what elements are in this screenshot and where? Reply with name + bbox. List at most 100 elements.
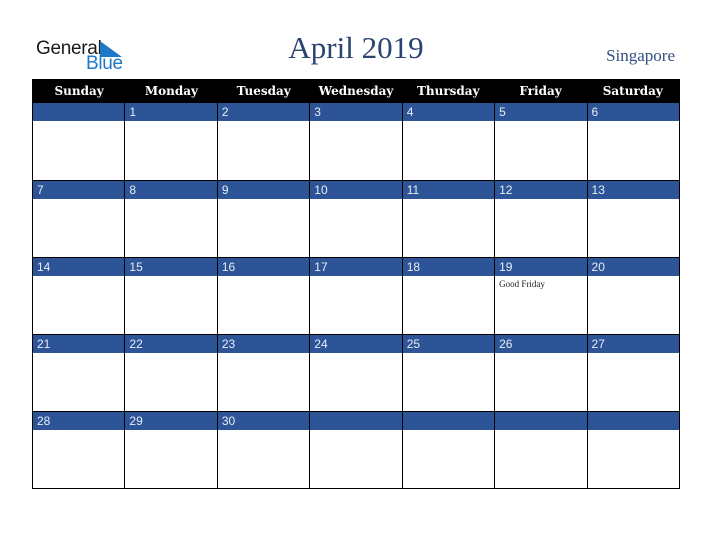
day-cell (586, 412, 679, 488)
holiday-label (218, 276, 309, 279)
week-row: 28 29 30 (33, 411, 679, 488)
day-cell: 25 (401, 335, 495, 411)
holiday-label (310, 199, 401, 202)
weekday-label: Monday (144, 84, 198, 98)
holiday-label (125, 430, 216, 433)
holiday-label (218, 121, 309, 124)
day-cell: 15 (124, 258, 217, 334)
day-cell: 22 (124, 335, 217, 411)
holiday-label (495, 121, 586, 124)
holiday-label (403, 199, 494, 202)
day-number: 3 (310, 103, 402, 121)
day-number (587, 412, 679, 430)
day-cell (401, 412, 495, 488)
day-number: 1 (125, 103, 217, 121)
holiday-label (588, 121, 679, 124)
weeks-container: 1 2 3 4 5 6 7 8 9 10 11 12 13 14 15 16 17 18 19 Good Friday… (33, 103, 679, 488)
holiday-label: Good Friday (499, 279, 545, 289)
calendar-grid: Sunday Monday Tuesday Wednesday Thursday… (32, 79, 680, 489)
day-number: 14 (33, 258, 125, 276)
day-number: 13 (587, 181, 679, 199)
day-number: 9 (217, 181, 310, 199)
day-cell: 26 (494, 335, 587, 411)
day-cell: 6 (586, 103, 679, 180)
week-row: 7 8 9 10 11 12 13 (33, 180, 679, 257)
day-cell: 17 (309, 258, 402, 334)
day-cell: 28 (33, 412, 125, 488)
day-number: 25 (402, 335, 495, 353)
holiday-label (218, 430, 309, 433)
day-cell: 3 (309, 103, 402, 180)
day-cell: 9 (216, 181, 310, 257)
day-cell: 20 (586, 258, 679, 334)
day-cell: 23 (216, 335, 310, 411)
holiday-label (310, 121, 401, 124)
holiday-label (310, 276, 401, 279)
day-cell (494, 412, 587, 488)
day-number: 28 (33, 412, 125, 430)
day-cell: 12 (494, 181, 587, 257)
day-cell: 13 (586, 181, 679, 257)
holiday-label (125, 121, 216, 124)
holiday-label (495, 199, 586, 202)
day-number: 17 (310, 258, 402, 276)
day-cell: 1 (124, 103, 217, 180)
day-number: 2 (217, 103, 310, 121)
day-number (402, 412, 495, 430)
day-number (495, 412, 587, 430)
day-cell: 16 (216, 258, 310, 334)
holiday-label (495, 430, 586, 433)
holiday-label (218, 353, 309, 356)
holiday-label (403, 353, 494, 356)
day-cell: 5 (494, 103, 587, 180)
day-number: 19 (495, 258, 587, 276)
day-cell: 18 (401, 258, 495, 334)
day-cell: 24 (309, 335, 402, 411)
day-cell: 10 (309, 181, 402, 257)
day-number: 6 (587, 103, 679, 121)
week-row: 14 15 16 17 18 19 Good Friday 20 (33, 257, 679, 334)
day-number: 12 (495, 181, 587, 199)
weekday-label: Friday (519, 84, 562, 98)
day-cell (309, 412, 402, 488)
holiday-label (588, 430, 679, 433)
holiday-label (403, 430, 494, 433)
day-cell: 21 (33, 335, 125, 411)
holiday-label (310, 430, 401, 433)
holiday-label (33, 276, 124, 279)
country-label: Singapore (606, 46, 675, 65)
holiday-label (33, 121, 124, 124)
day-number: 7 (33, 181, 125, 199)
holiday-label (403, 121, 494, 124)
day-number: 29 (125, 412, 217, 430)
week-row: 21 22 23 24 25 26 27 (33, 334, 679, 411)
weekday-label: Tuesday (236, 84, 291, 98)
day-number: 18 (402, 258, 495, 276)
day-number: 11 (402, 181, 495, 199)
day-number: 8 (125, 181, 217, 199)
day-number (33, 103, 125, 121)
day-cell: 27 (586, 335, 679, 411)
weekday-label: Sunday (54, 84, 104, 98)
day-number: 5 (495, 103, 587, 121)
day-number: 26 (495, 335, 587, 353)
day-cell: 14 (33, 258, 125, 334)
day-cell (33, 103, 125, 180)
day-cell: 4 (401, 103, 495, 180)
holiday-label (495, 353, 586, 356)
holiday-label (125, 199, 216, 202)
weekday-label: Thursday (416, 84, 480, 98)
holiday-label (588, 353, 679, 356)
weekday-label: Wednesday (318, 84, 394, 98)
holiday-label (218, 199, 309, 202)
weekday-header: Sunday Monday Tuesday Wednesday Thursday… (33, 80, 679, 103)
day-cell: 7 (33, 181, 125, 257)
day-cell: 29 (124, 412, 217, 488)
day-number: 10 (310, 181, 402, 199)
holiday-label (403, 276, 494, 279)
holiday-label (588, 276, 679, 279)
day-cell: 8 (124, 181, 217, 257)
holiday-label (33, 199, 124, 202)
day-number: 15 (125, 258, 217, 276)
day-number: 22 (125, 335, 217, 353)
